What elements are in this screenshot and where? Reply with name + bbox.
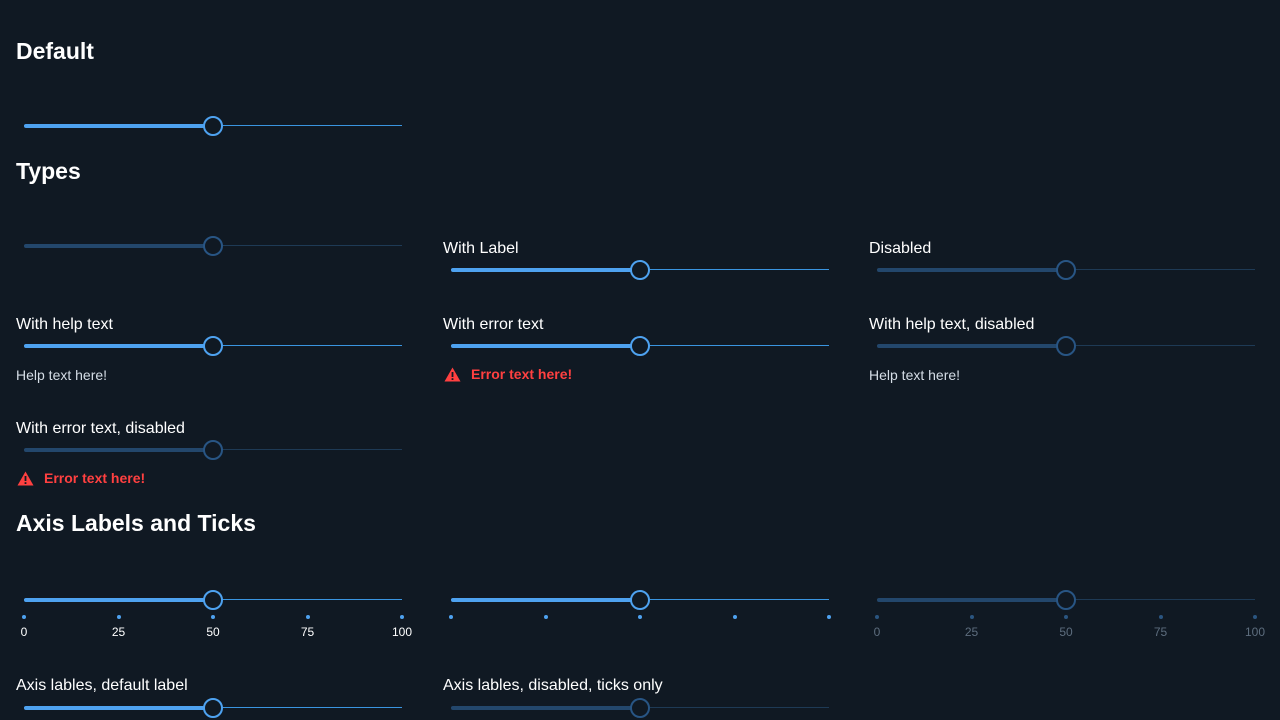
slider-thumb[interactable] xyxy=(630,336,650,356)
slider-disabled xyxy=(877,259,1255,281)
tick-mark xyxy=(638,615,642,619)
slider-fill xyxy=(877,598,1066,602)
slider-fill xyxy=(451,268,640,272)
slider-label-with-help-disabled: With help text, disabled xyxy=(869,316,1035,333)
slider-label-with-error-disabled: With error text, disabled xyxy=(16,420,185,437)
slider-axis-ticks-only[interactable] xyxy=(451,589,829,611)
slider-default[interactable] xyxy=(24,115,402,137)
axis-ticks: 0 25 50 75 100 xyxy=(873,615,1265,645)
slider-types-plain xyxy=(24,235,402,257)
tick-label: 100 xyxy=(1244,625,1266,639)
slider-thumb[interactable] xyxy=(203,698,223,718)
slider-thumb xyxy=(203,236,223,256)
slider-thumb[interactable] xyxy=(203,336,223,356)
slider-axis-default-label[interactable] xyxy=(24,697,402,719)
slider-fill xyxy=(451,706,640,710)
tick-mark xyxy=(211,615,215,619)
slider-thumb xyxy=(1056,336,1076,356)
help-text: Help text here! xyxy=(16,367,108,383)
tick-mark xyxy=(400,615,404,619)
tick-mark xyxy=(543,615,548,619)
slider-fill xyxy=(24,124,213,128)
axis-ticks xyxy=(449,615,831,645)
error-text: Error text here! xyxy=(471,366,573,382)
tick-mark xyxy=(969,615,974,619)
slider-axis-labels[interactable] xyxy=(24,589,402,611)
section-title-default: Default xyxy=(16,38,94,64)
tick-mark xyxy=(827,615,831,619)
tick-mark xyxy=(449,615,453,619)
tick-label: 75 xyxy=(1153,625,1168,639)
slider-with-help-disabled xyxy=(877,335,1255,357)
slider-label-disabled: Disabled xyxy=(869,240,932,257)
slider-thumb xyxy=(1056,590,1076,610)
tick-mark xyxy=(1158,615,1163,619)
warning-triangle-icon xyxy=(444,367,461,381)
slider-thumb[interactable] xyxy=(203,116,223,136)
section-title-axis: Axis Labels and Ticks xyxy=(16,510,256,536)
slider-thumb[interactable] xyxy=(630,260,650,280)
tick-mark xyxy=(1253,615,1257,619)
slider-fill xyxy=(24,706,213,710)
slider-thumb[interactable] xyxy=(203,590,223,610)
slider-fill xyxy=(451,598,640,602)
tick-label: 75 xyxy=(300,625,315,639)
tick-mark xyxy=(305,615,310,619)
slider-fill xyxy=(877,344,1066,348)
tick-label: 0 xyxy=(20,625,28,639)
error-text: Error text here! xyxy=(44,470,146,486)
slider-thumb xyxy=(1056,260,1076,280)
slider-fill xyxy=(24,344,213,348)
help-text: Help text here! xyxy=(869,367,961,383)
slider-label-with-error: With error text xyxy=(443,316,544,333)
tick-mark xyxy=(22,615,26,619)
slider-fill xyxy=(451,344,640,348)
slider-with-help[interactable] xyxy=(24,335,402,357)
slider-with-error-disabled xyxy=(24,439,402,461)
tick-label: 0 xyxy=(873,625,881,639)
tick-label: 25 xyxy=(111,625,126,639)
slider-label-axis-default: Axis lables, default label xyxy=(16,677,188,694)
tick-mark xyxy=(875,615,879,619)
slider-thumb xyxy=(203,440,223,460)
slider-fill xyxy=(24,448,213,452)
tick-label: 50 xyxy=(206,625,220,639)
error-message: Error text here! xyxy=(17,469,145,487)
slider-fill xyxy=(24,244,213,248)
slider-axis-disabled-ticks-only xyxy=(451,697,829,719)
axis-ticks: 0 25 50 75 100 xyxy=(20,615,412,645)
error-message: Error text here! xyxy=(444,365,572,383)
slider-fill xyxy=(877,268,1066,272)
slider-fill xyxy=(24,598,213,602)
slider-thumb[interactable] xyxy=(630,590,650,610)
tick-label: 50 xyxy=(1059,625,1073,639)
slider-with-error[interactable] xyxy=(451,335,829,357)
tick-mark xyxy=(732,615,737,619)
slider-axis-disabled xyxy=(877,589,1255,611)
tick-mark xyxy=(1064,615,1068,619)
slider-with-label[interactable] xyxy=(451,259,829,281)
tick-label: 25 xyxy=(964,625,979,639)
tick-mark xyxy=(116,615,121,619)
warning-triangle-icon xyxy=(17,471,34,485)
slider-label-axis-disabled-ticks: Axis lables, disabled, ticks only xyxy=(443,677,663,694)
tick-label: 100 xyxy=(391,625,413,639)
slider-label-with-help: With help text xyxy=(16,316,113,333)
section-title-types: Types xyxy=(16,158,81,184)
slider-thumb xyxy=(630,698,650,718)
slider-label-with-label: With Label xyxy=(443,240,519,257)
